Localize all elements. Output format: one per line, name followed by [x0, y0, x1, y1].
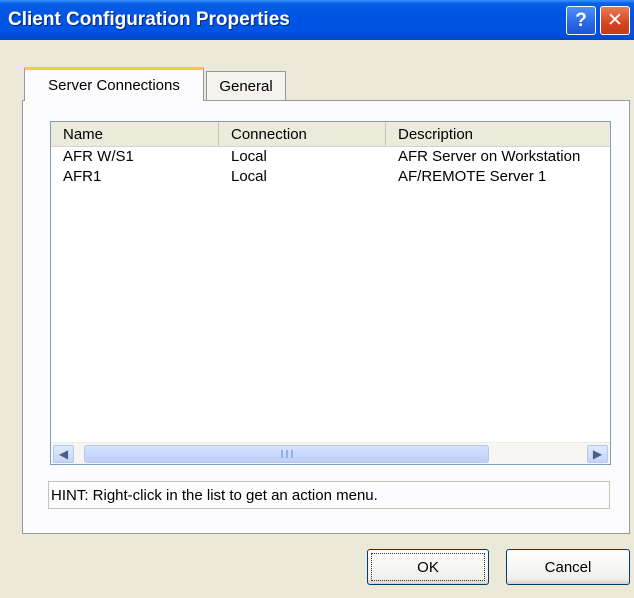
title-bar[interactable]: Client Configuration Properties ? ✕	[0, 0, 634, 40]
cell-connection: Local	[231, 168, 267, 185]
scroll-thumb[interactable]	[84, 445, 489, 463]
column-header-description[interactable]: Description	[386, 122, 610, 146]
question-icon: ?	[575, 9, 587, 31]
cell-description: AFR Server on Workstation	[398, 148, 581, 165]
help-button[interactable]: ?	[566, 6, 596, 35]
ok-button[interactable]: OK	[367, 549, 489, 585]
list-item[interactable]: AFR1 Local AF/REMOTE Server 1	[51, 167, 610, 187]
scroll-left-button[interactable]: ◀	[53, 445, 74, 463]
cancel-label: Cancel	[544, 558, 592, 576]
column-header-connection[interactable]: Connection	[219, 122, 386, 146]
horizontal-scrollbar[interactable]: ◀ ▶	[51, 442, 610, 464]
column-header-name[interactable]: Name	[51, 122, 219, 146]
tab-label: Server Connections	[48, 77, 180, 94]
list-item[interactable]: AFR W/S1 Local AFR Server on Workstation	[51, 147, 610, 167]
cell-name: AFR W/S1	[63, 148, 134, 165]
tab-server-connections[interactable]: Server Connections	[24, 67, 204, 101]
tab-general[interactable]: General	[206, 71, 286, 101]
tab-label: General	[219, 78, 273, 95]
close-icon: ✕	[607, 10, 623, 31]
cancel-button[interactable]: Cancel	[506, 549, 630, 585]
server-connections-list[interactable]: Name Connection Description AFR W/S1 Loc…	[50, 121, 611, 465]
focus-rect	[371, 553, 485, 581]
cell-name: AFR1	[63, 168, 102, 185]
cell-connection: Local	[231, 148, 267, 165]
hint-text: HINT: Right-click in the list to get an …	[48, 481, 610, 509]
list-header: Name Connection Description	[51, 122, 610, 147]
grip-icon	[280, 450, 293, 458]
close-button[interactable]: ✕	[600, 6, 630, 35]
scroll-right-button[interactable]: ▶	[587, 445, 608, 463]
cell-description: AF/REMOTE Server 1	[398, 168, 547, 185]
chevron-right-icon: ▶	[592, 447, 603, 461]
chevron-left-icon: ◀	[58, 447, 69, 461]
window-title: Client Configuration Properties	[8, 9, 290, 30]
